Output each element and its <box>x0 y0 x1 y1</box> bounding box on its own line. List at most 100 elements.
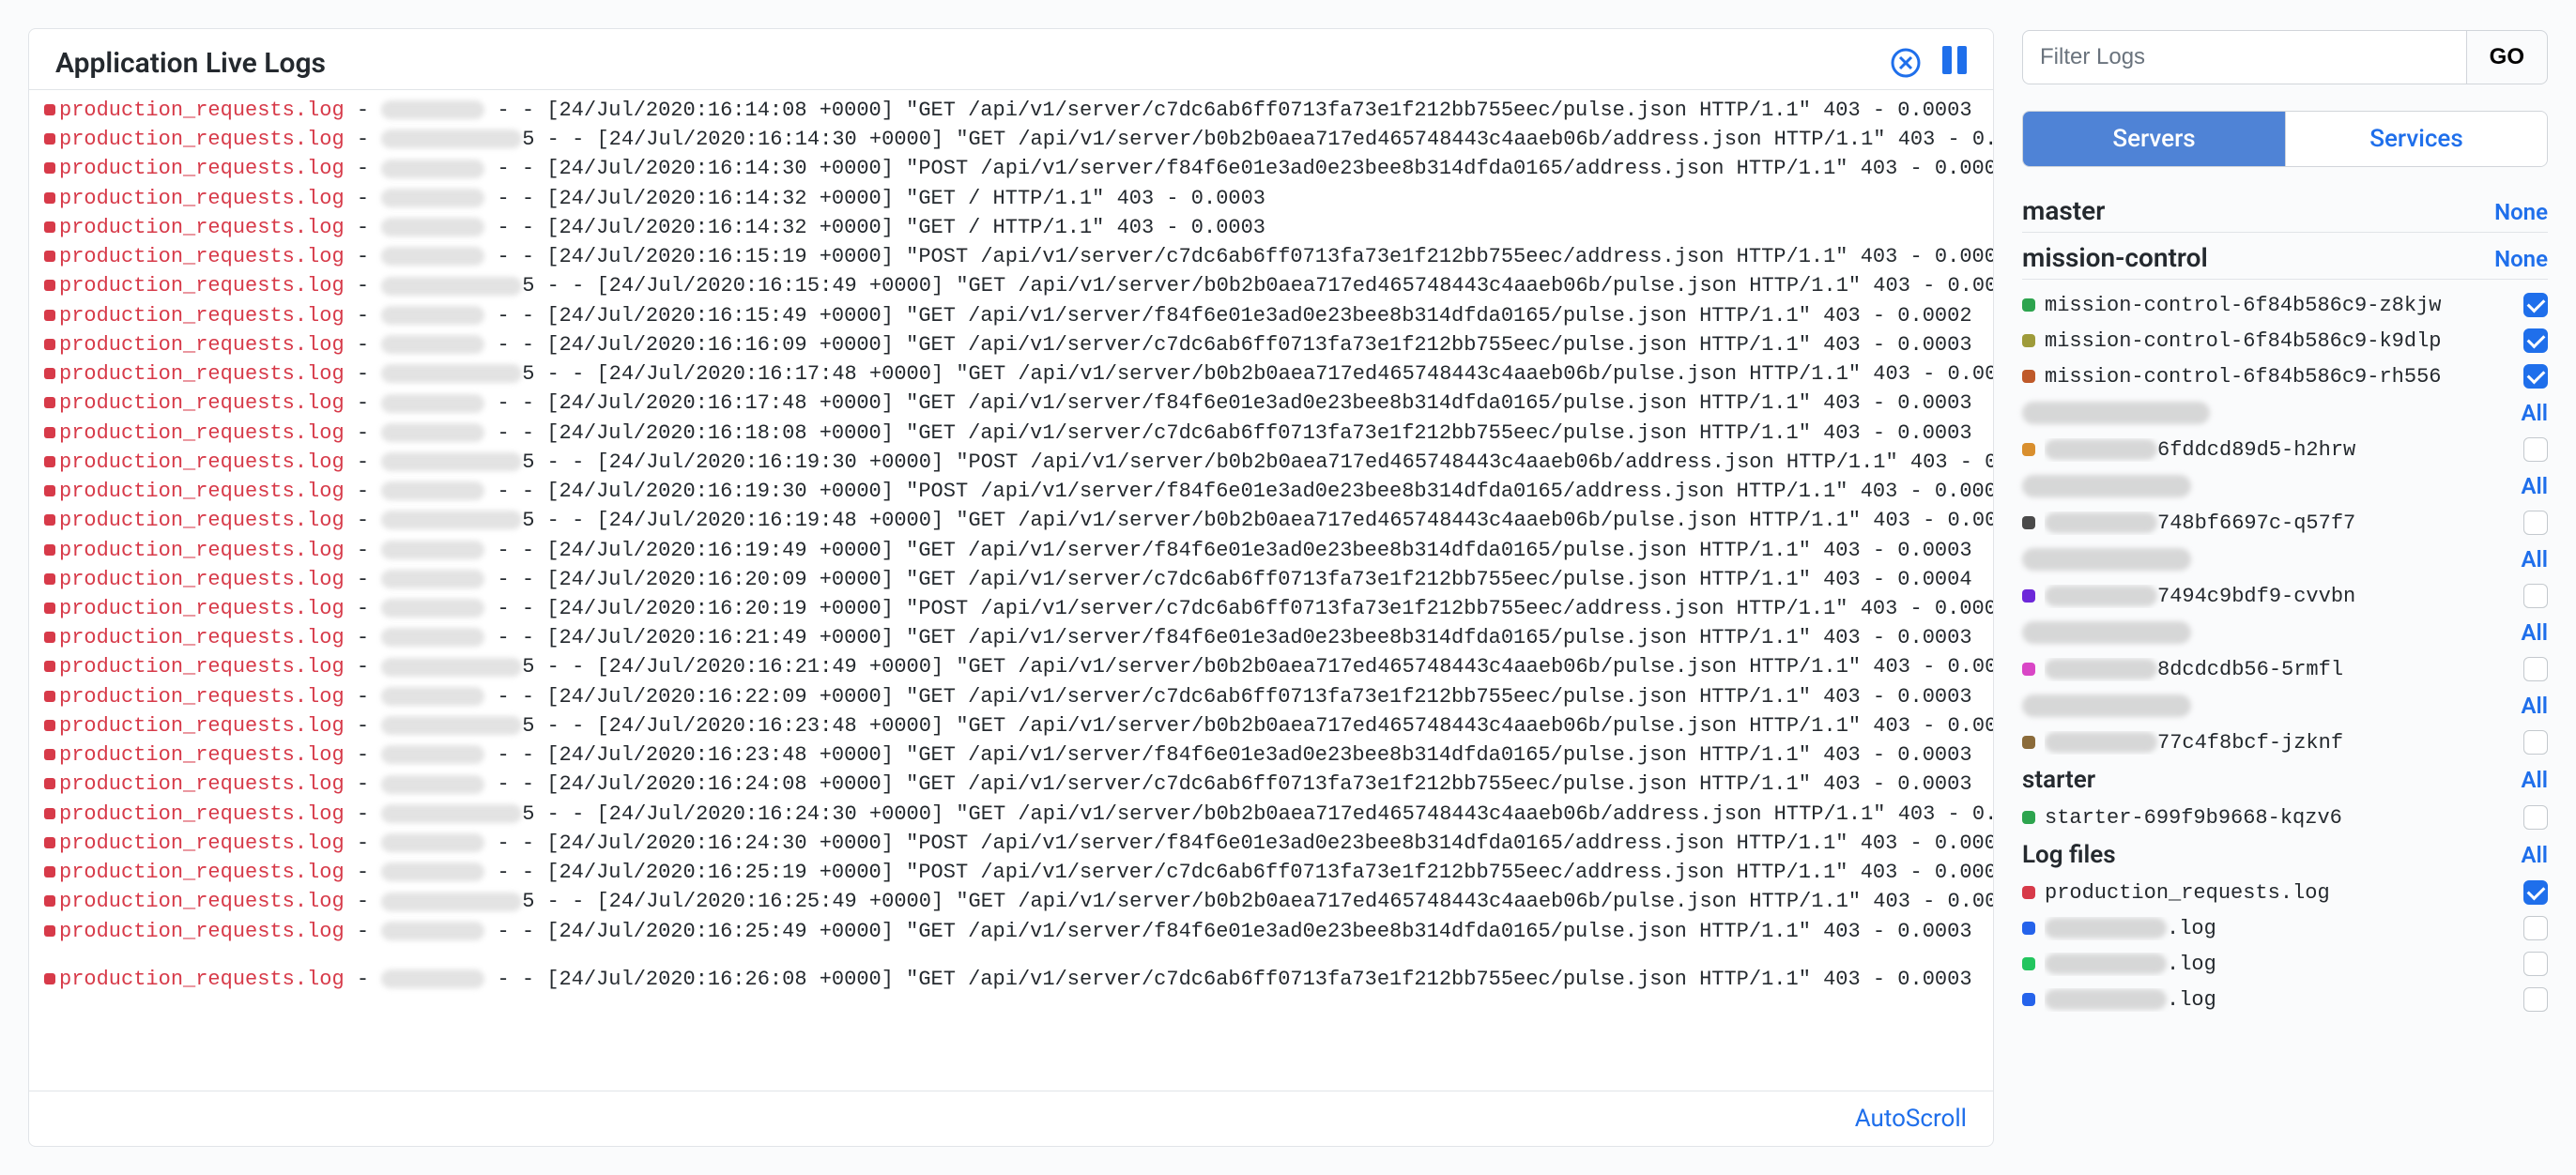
log-line: production_requests.log - - - [24/Jul/20… <box>44 565 1978 594</box>
log-line: production_requests.log - 5 - - [24/Jul/… <box>44 448 1978 477</box>
log-dot-icon <box>44 162 55 174</box>
log-separator: - <box>345 99 382 122</box>
panel-title: Application Live Logs <box>55 47 326 80</box>
filter-item-checkbox[interactable] <box>2523 328 2548 353</box>
log-panel: Application Live Logs production_request… <box>28 28 1994 1147</box>
log-line: production_requests.log - 5 - - [24/Jul/… <box>44 271 1978 300</box>
redacted-prefix <box>2045 918 2167 938</box>
log-source-label: production_requests.log <box>59 539 345 562</box>
filter-item-checkbox[interactable] <box>2523 584 2548 608</box>
redacted-ip <box>381 658 522 677</box>
log-message: - - [24/Jul/2020:16:23:48 +0000] "GET /a… <box>497 743 1971 767</box>
filter-item-checkbox[interactable] <box>2523 511 2548 535</box>
filter-item-checkbox[interactable] <box>2523 730 2548 755</box>
group-action-link[interactable]: All <box>2522 619 2549 646</box>
log-viewer[interactable]: production_requests.log - - - [24/Jul/20… <box>29 90 1993 1091</box>
filter-item-checkbox[interactable] <box>2523 952 2548 976</box>
log-separator: - <box>345 832 382 855</box>
log-source-label: production_requests.log <box>59 245 345 268</box>
view-segmented-control: Servers Services <box>2022 111 2548 167</box>
log-separator: - <box>345 304 382 328</box>
log-line: production_requests.log - - - [24/Jul/20… <box>44 917 1978 946</box>
filter-item-text: 7494c9bdf9-cvvbn <box>2157 585 2355 608</box>
filter-item-checkbox[interactable] <box>2523 657 2548 681</box>
log-separator: - <box>345 568 382 591</box>
filter-row: GO <box>2022 30 2548 84</box>
autoscroll-button[interactable]: AutoScroll <box>1855 1105 1967 1133</box>
filter-item-row: 7494c9bdf9-cvvbn <box>2022 578 2548 614</box>
log-line: production_requests.log - - - [24/Jul/20… <box>44 419 1978 448</box>
group-action-link[interactable]: All <box>2522 693 2549 719</box>
redacted-prefix <box>2045 586 2157 606</box>
filter-item-row: 6fddcd89d5-h2hrw <box>2022 432 2548 467</box>
redacted-ip <box>381 687 484 706</box>
log-message: - - [24/Jul/2020:16:19:48 +0000] "GET /a… <box>547 509 1993 532</box>
pause-icon[interactable] <box>1942 46 1967 80</box>
log-source-label: production_requests.log <box>59 480 345 503</box>
log-separator: - <box>345 539 382 562</box>
log-message: - - [24/Jul/2020:16:22:09 +0000] "GET /a… <box>497 685 1971 709</box>
redacted-ip <box>381 804 522 823</box>
filter-item-row: .log <box>2022 982 2548 1017</box>
log-line: production_requests.log - - - [24/Jul/20… <box>44 682 1978 711</box>
redacted-ip <box>381 628 484 647</box>
group-header: starter All <box>2022 760 2548 800</box>
filter-item-checkbox[interactable] <box>2523 880 2548 905</box>
color-swatch-icon <box>2022 589 2035 603</box>
log-line: production_requests.log - - - [24/Jul/20… <box>44 858 1978 887</box>
log-separator: - <box>345 509 382 532</box>
filter-item-row: .log <box>2022 910 2548 946</box>
log-message: - - [24/Jul/2020:16:25:49 +0000] "GET /a… <box>547 890 1993 913</box>
color-swatch-icon <box>2022 370 2035 383</box>
filter-logs-input[interactable] <box>2022 30 2466 84</box>
log-dot-icon <box>44 251 55 262</box>
filter-item-checkbox[interactable] <box>2523 293 2548 317</box>
log-message: - - [24/Jul/2020:16:14:30 +0000] "POST /… <box>497 157 1993 180</box>
log-separator: - <box>345 626 382 649</box>
redacted-group-title <box>2022 548 2191 571</box>
group-action-link[interactable]: All <box>2522 400 2549 426</box>
redacted-ip <box>381 423 484 442</box>
tab-services[interactable]: Services <box>2285 112 2547 166</box>
filter-go-button[interactable]: GO <box>2466 30 2548 84</box>
filter-item-left: 748bf6697c-q57f7 <box>2022 511 2355 535</box>
filter-item-row: mission-control-6f84b586c9-z8kjw <box>2022 287 2548 323</box>
filter-item-checkbox[interactable] <box>2523 916 2548 940</box>
redacted-ip <box>381 218 484 237</box>
filter-item-checkbox[interactable] <box>2523 987 2548 1012</box>
filter-item-checkbox[interactable] <box>2523 437 2548 462</box>
log-line: production_requests.log - 5 - - [24/Jul/… <box>44 887 1978 916</box>
log-source-label: production_requests.log <box>59 187 345 210</box>
log-message: - - [24/Jul/2020:16:15:49 +0000] "GET /a… <box>547 274 1993 298</box>
group-action-link[interactable]: All <box>2522 842 2549 868</box>
filter-item-left: 7494c9bdf9-cvvbn <box>2022 585 2355 608</box>
log-separator: - <box>345 861 382 884</box>
redacted-prefix <box>2045 954 2167 974</box>
filter-item-checkbox[interactable] <box>2523 805 2548 830</box>
log-source-label: production_requests.log <box>59 99 345 122</box>
group-action-link[interactable]: All <box>2522 767 2549 793</box>
log-message: - - [24/Jul/2020:16:14:32 +0000] "GET / … <box>497 187 1265 210</box>
redacted-suffix: 5 <box>522 655 546 679</box>
filter-item-row: mission-control-6f84b586c9-rh556 <box>2022 359 2548 394</box>
group-action-link[interactable]: All <box>2522 546 2549 572</box>
color-swatch-icon <box>2022 334 2035 347</box>
log-dot-icon <box>44 310 55 321</box>
group-action-link[interactable]: None <box>2494 246 2548 272</box>
group-action-link[interactable]: None <box>2494 199 2548 225</box>
log-source-label: production_requests.log <box>59 333 345 357</box>
group-title: starter <box>2022 766 2095 794</box>
group-action-link[interactable]: All <box>2522 473 2549 499</box>
close-icon[interactable] <box>1890 47 1922 79</box>
color-swatch-icon <box>2022 957 2035 970</box>
log-message: - - [24/Jul/2020:16:16:09 +0000] "GET /a… <box>497 333 1971 357</box>
log-message: - - [24/Jul/2020:16:14:30 +0000] "GET /a… <box>547 128 1993 151</box>
filter-item-checkbox[interactable] <box>2523 364 2548 389</box>
tab-servers[interactable]: Servers <box>2023 112 2285 166</box>
filter-item-text: .log <box>2167 988 2216 1012</box>
log-source-label: production_requests.log <box>59 832 345 855</box>
log-separator: - <box>345 968 382 991</box>
log-dot-icon <box>44 749 55 760</box>
redacted-group-title <box>2022 475 2191 497</box>
redacted-suffix: 5 <box>522 714 546 738</box>
